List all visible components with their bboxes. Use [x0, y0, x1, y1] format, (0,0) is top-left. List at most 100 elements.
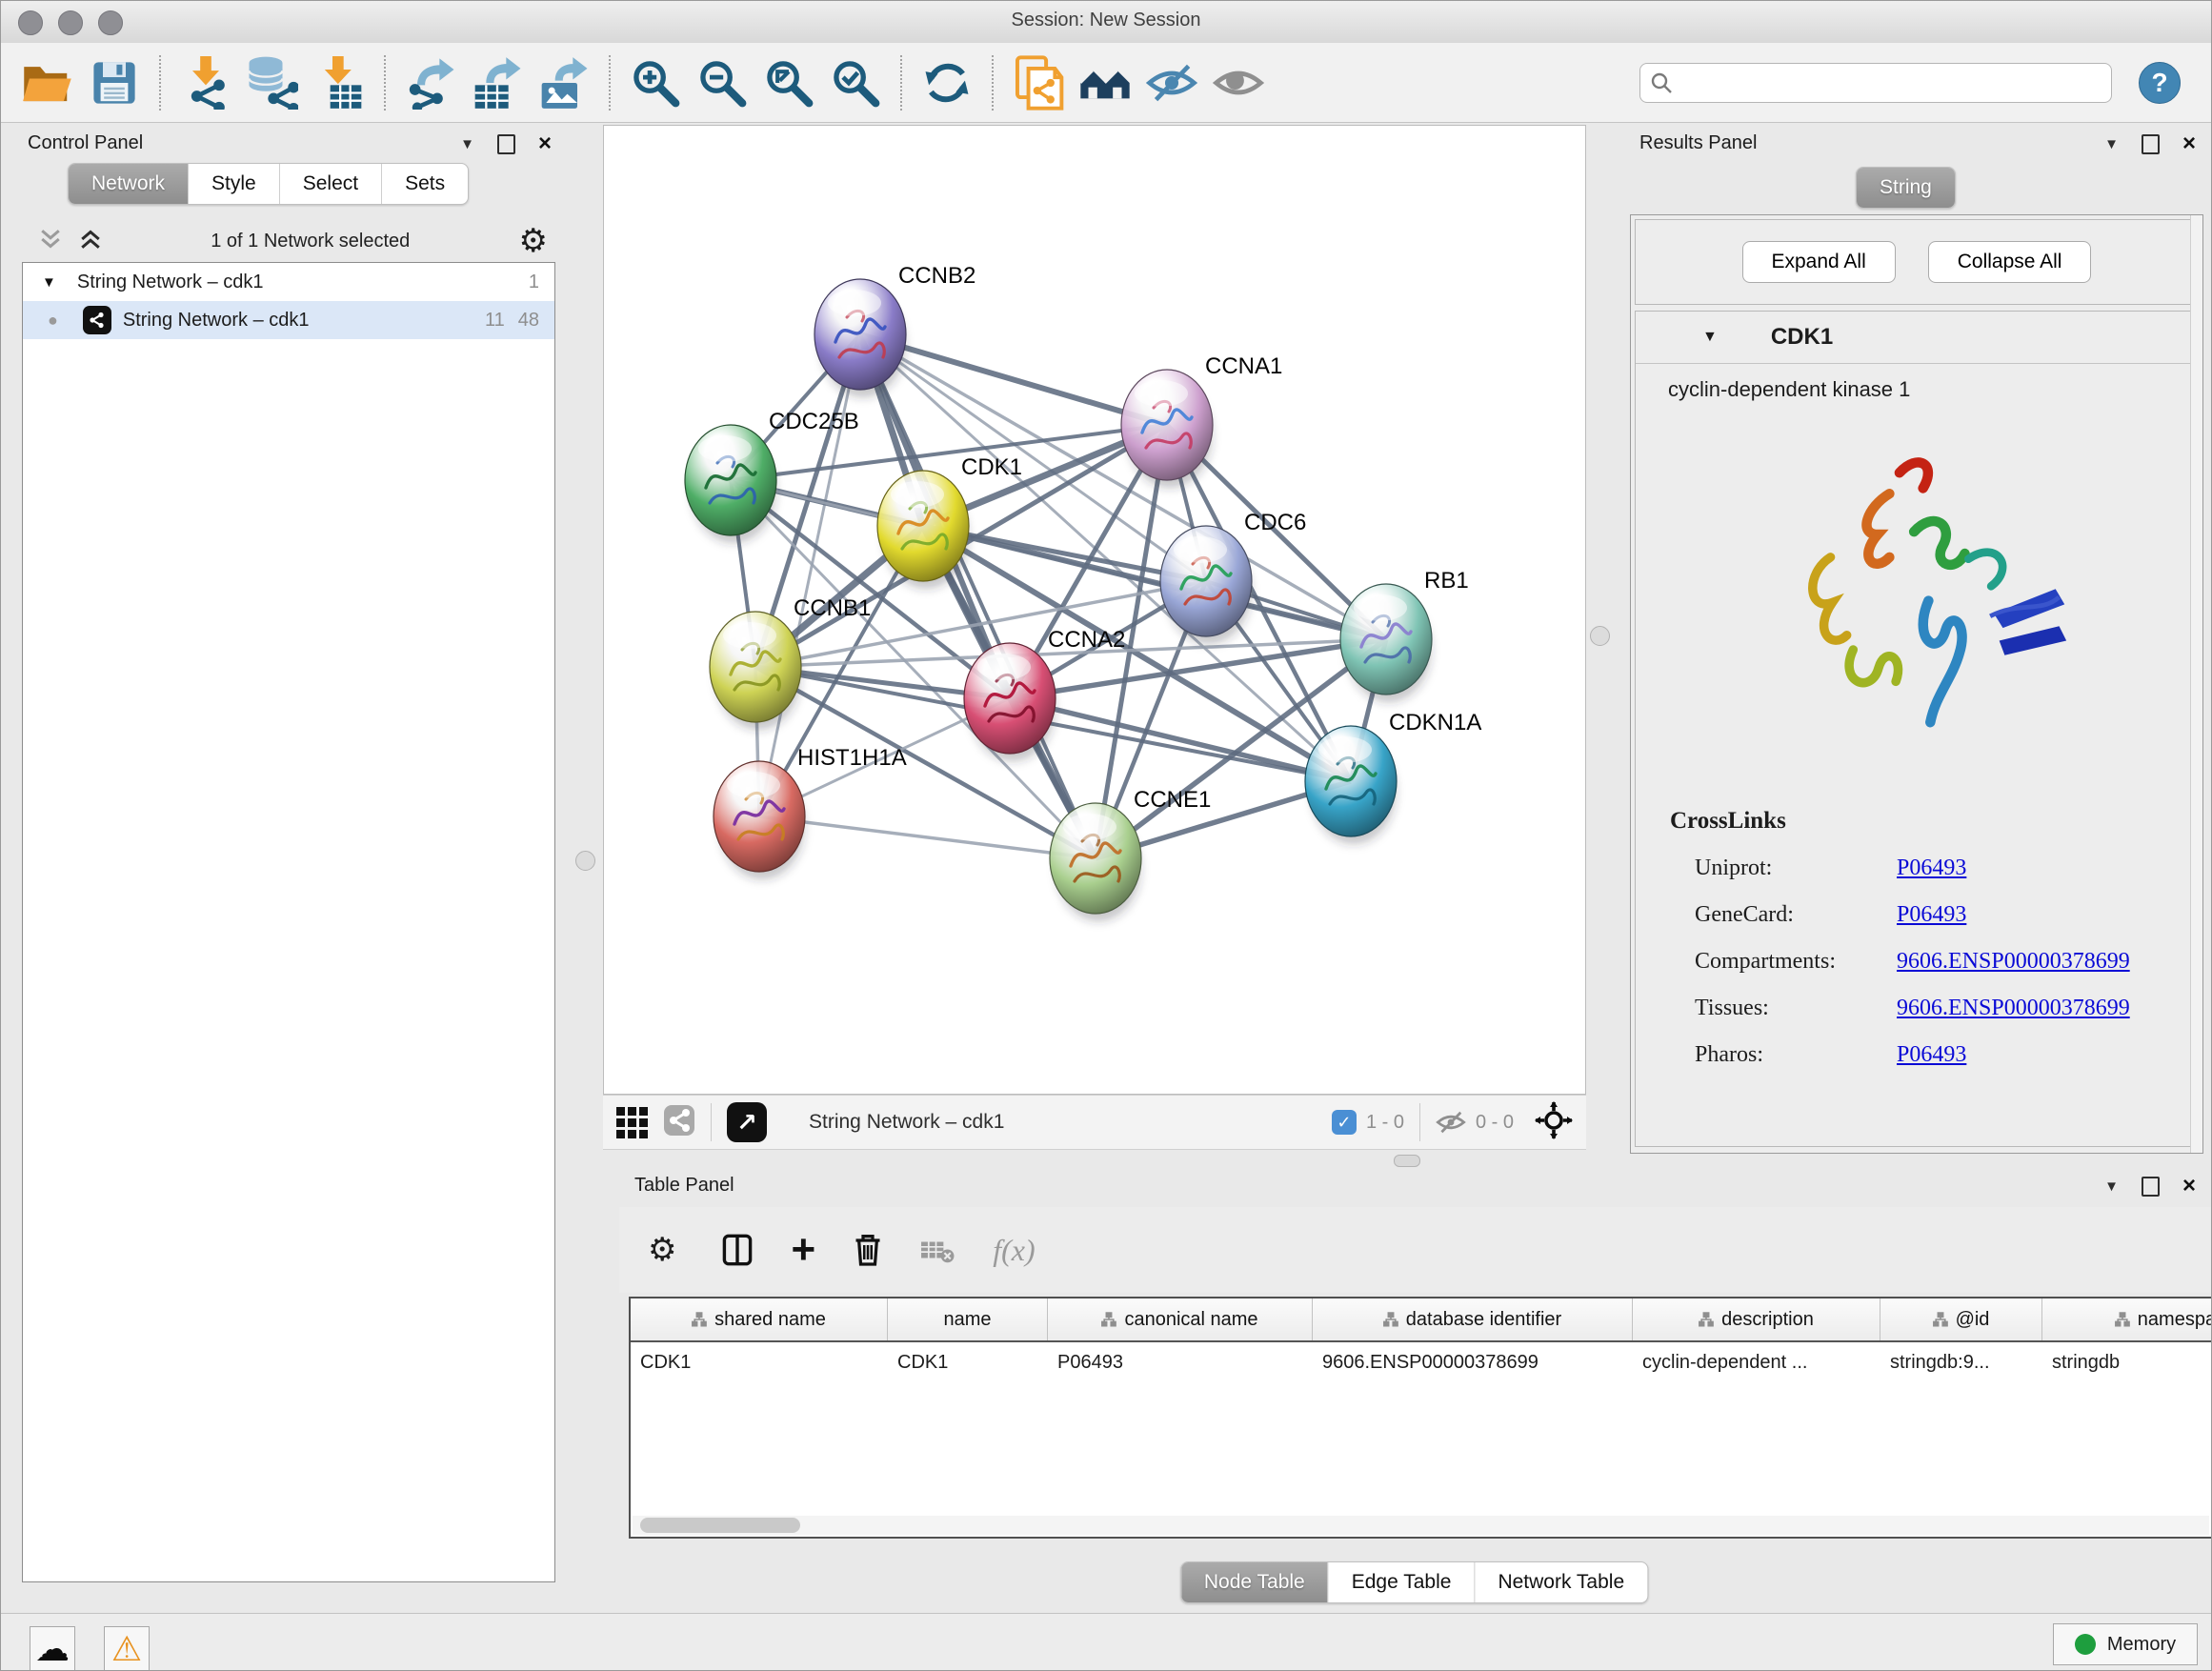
crosslink-link[interactable]: 9606.ENSP00000378699 — [1897, 996, 2130, 1021]
hidden-eye-icon[interactable] — [1436, 1110, 1466, 1135]
column-header-name[interactable]: name — [888, 1299, 1048, 1340]
zoom-selected-button[interactable] — [827, 52, 884, 113]
column-header-description[interactable]: description — [1633, 1299, 1880, 1340]
network-node-rb1[interactable]: RB1 — [1340, 568, 1469, 702]
tab-edge-table[interactable]: Edge Table — [1329, 1562, 1476, 1602]
table-cell[interactable]: P06493 — [1048, 1342, 1313, 1382]
close-panel-icon[interactable]: × — [2182, 132, 2196, 155]
expand-all-button[interactable]: Expand All — [1742, 241, 1896, 283]
table-cell[interactable]: 9606.ENSP00000378699 — [1313, 1342, 1633, 1382]
table-row[interactable]: CDK1CDK1P064939606.ENSP00000378699cyclin… — [631, 1342, 2211, 1382]
column-header--id[interactable]: @id — [1880, 1299, 2042, 1340]
delete-column-icon[interactable] — [854, 1233, 882, 1267]
memory-button[interactable]: Memory — [2053, 1623, 2198, 1665]
panel-menu-icon[interactable]: ▼ — [2104, 1179, 2119, 1194]
panel-menu-icon[interactable]: ▼ — [460, 137, 474, 151]
network-node-hist1h1a[interactable]: HIST1H1A — [714, 745, 907, 879]
network-node-cdkn1a[interactable]: CDKN1A — [1305, 710, 1481, 844]
share-view-icon[interactable] — [663, 1104, 695, 1141]
search-input[interactable] — [1680, 70, 2101, 94]
column-header-namespace[interactable]: namespace — [2042, 1299, 2212, 1340]
expand-all-networks-icon[interactable] — [79, 230, 102, 253]
collapse-all-button[interactable]: Collapse All — [1928, 241, 2092, 283]
float-panel-icon[interactable] — [497, 134, 515, 154]
close-panel-icon[interactable]: × — [538, 132, 552, 155]
network-graph[interactable]: CCNB2CCNA1CDC25BCDK1CDC6RB1CCNB1CCNA2CDK… — [604, 126, 1585, 1094]
network-node-cdc6[interactable]: CDC6 — [1160, 510, 1306, 644]
network-view-canvas[interactable]: CCNB2CCNA1CDC25BCDK1CDC6RB1CCNB1CCNA2CDK… — [603, 125, 1586, 1095]
table-cell[interactable]: stringdb:9... — [1880, 1342, 2042, 1382]
network-collection-row[interactable]: ▼ String Network – cdk1 1 — [23, 263, 554, 301]
detach-view-button[interactable]: ↗ — [727, 1102, 767, 1142]
import-network-file-button[interactable] — [177, 52, 234, 113]
selection-checkbox-icon[interactable]: ✓ — [1332, 1110, 1357, 1135]
eye-gray-icon — [1213, 61, 1264, 105]
scrollbar-thumb[interactable] — [640, 1518, 800, 1533]
title-bar[interactable]: Session: New Session — [1, 1, 2211, 44]
crosslink-link[interactable]: P06493 — [1897, 1042, 1966, 1068]
table-cell[interactable]: CDK1 — [888, 1342, 1048, 1382]
network-options-gear-icon[interactable]: ⚙ — [519, 225, 548, 257]
show-graphics-details-button[interactable] — [1210, 52, 1267, 113]
column-header-canonical-name[interactable]: canonical name — [1048, 1299, 1313, 1340]
crosslink-link[interactable]: 9606.ENSP00000378699 — [1897, 949, 2130, 975]
tab-network[interactable]: Network — [69, 164, 189, 204]
tab-node-table[interactable]: Node Table — [1181, 1562, 1329, 1602]
table-options-gear-icon[interactable]: ⚙ — [648, 1234, 676, 1266]
export-table-button[interactable] — [469, 52, 526, 113]
tab-select[interactable]: Select — [280, 164, 382, 204]
crosslink-link[interactable]: P06493 — [1897, 902, 1966, 928]
birds-eye-toggle[interactable] — [1535, 1101, 1573, 1144]
table-cell[interactable]: stringdb — [2042, 1342, 2212, 1382]
zoom-in-button[interactable] — [627, 52, 684, 113]
tab-style[interactable]: Style — [189, 164, 280, 204]
network-row-selected[interactable]: ● String Network – cdk1 11 48 — [23, 301, 554, 339]
grid-view-icon[interactable] — [616, 1107, 648, 1138]
column-header-database-identifier[interactable]: database identifier — [1313, 1299, 1633, 1340]
network-edge[interactable] — [860, 334, 1167, 425]
tab-sets[interactable]: Sets — [382, 164, 468, 204]
close-panel-icon[interactable]: × — [2182, 1175, 2196, 1198]
network-edge[interactable] — [860, 334, 1096, 858]
panel-menu-icon[interactable]: ▼ — [2104, 137, 2119, 151]
string-home-button[interactable] — [1076, 52, 1134, 113]
string-import-button[interactable] — [1010, 52, 1067, 113]
results-scrollbar[interactable] — [2190, 215, 2202, 1153]
table-cell[interactable]: CDK1 — [631, 1342, 888, 1382]
float-panel-icon[interactable] — [2142, 1177, 2160, 1197]
hide-unhide-button[interactable] — [1143, 52, 1200, 113]
tab-string[interactable]: String — [1857, 168, 1955, 208]
zoom-fit-button[interactable] — [760, 52, 817, 113]
section-disclosure-icon[interactable]: ▼ — [1702, 329, 1718, 346]
horizontal-splitter-handle[interactable] — [1394, 1155, 1420, 1167]
table-horizontal-scrollbar[interactable] — [633, 1516, 2209, 1535]
collapse-all-networks-icon[interactable] — [39, 230, 62, 253]
open-session-button[interactable] — [19, 52, 76, 113]
right-splitter-handle[interactable] — [1590, 626, 1610, 646]
float-panel-icon[interactable] — [2142, 134, 2160, 154]
cloud-status-button[interactable]: ☁ — [30, 1626, 75, 1671]
import-network-database-button[interactable] — [244, 52, 301, 113]
network-edge[interactable] — [759, 816, 1096, 858]
help-button[interactable]: ? — [2139, 62, 2181, 104]
zoom-out-button[interactable] — [694, 52, 751, 113]
import-table-file-button[interactable] — [311, 52, 368, 113]
left-splitter-handle[interactable] — [575, 851, 595, 871]
gene-section-header[interactable]: ▼ CDK1 — [1636, 312, 2198, 364]
column-header-shared-name[interactable]: shared name — [631, 1299, 888, 1340]
search-box[interactable] — [1639, 63, 2112, 103]
show-columns-icon[interactable] — [722, 1234, 753, 1266]
network-node-ccna1[interactable]: CCNA1 — [1121, 353, 1282, 488]
export-image-button[interactable] — [535, 52, 593, 113]
houses-icon — [1078, 60, 1132, 106]
create-column-icon[interactable]: + — [791, 1233, 815, 1266]
save-session-button[interactable] — [86, 52, 143, 113]
crosslink-link[interactable]: P06493 — [1897, 856, 1966, 881]
collection-disclosure-icon[interactable]: ▼ — [42, 274, 56, 291]
warnings-button[interactable]: ⚠ — [104, 1626, 150, 1671]
network-node-ccnb2[interactable]: CCNB2 — [814, 263, 975, 397]
tab-network-table[interactable]: Network Table — [1475, 1562, 1647, 1602]
export-network-button[interactable] — [402, 52, 459, 113]
table-cell[interactable]: cyclin-dependent ... — [1633, 1342, 1880, 1382]
update-view-button[interactable] — [918, 52, 975, 113]
